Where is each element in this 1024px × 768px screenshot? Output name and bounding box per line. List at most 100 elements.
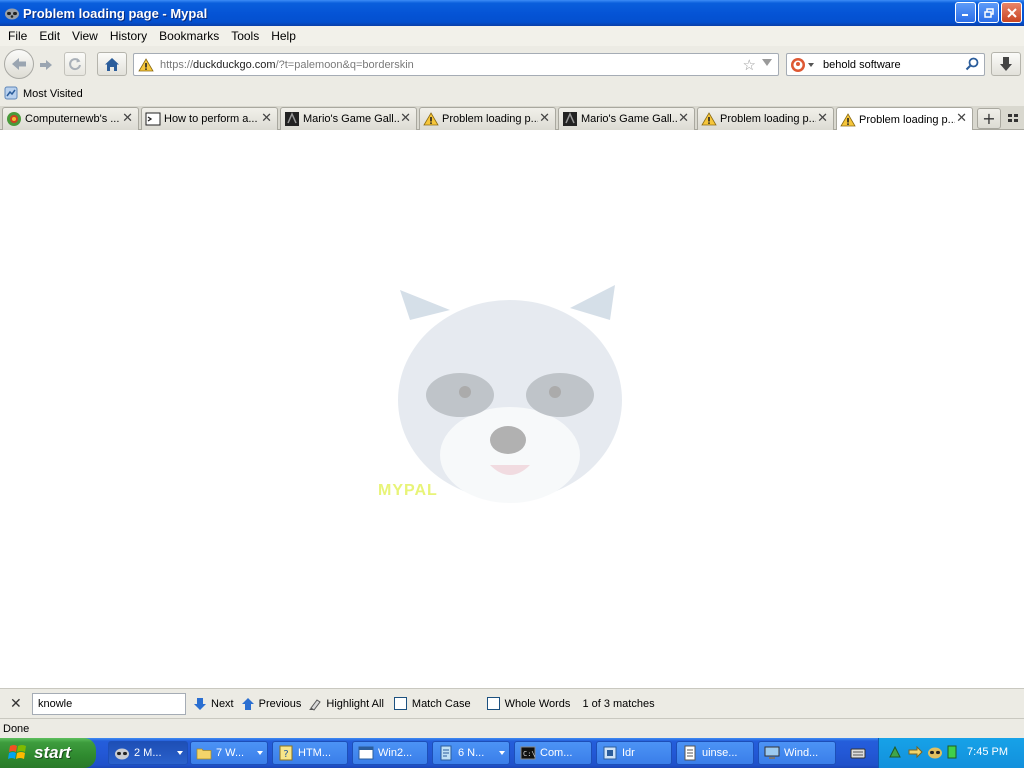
list-all-tabs-icon[interactable]: [1007, 112, 1021, 126]
taskbar-item-htm[interactable]: ? HTM...: [272, 741, 348, 765]
windows-logo-icon: [8, 745, 26, 759]
raccoon-tray-icon[interactable]: [927, 745, 943, 762]
taskbar-clock[interactable]: 7:45 PM: [967, 746, 1008, 758]
find-next-button[interactable]: Next: [193, 697, 234, 711]
search-bar[interactable]: behold software: [786, 53, 985, 76]
arrow-down-icon: [194, 697, 206, 710]
bookmark-most-visited[interactable]: Most Visited: [23, 88, 83, 100]
warning-icon: [423, 111, 439, 127]
tab-problem-loading-2[interactable]: Problem loading p... ✕: [697, 107, 834, 130]
window-controls: [955, 2, 1022, 23]
tab-bar: Computernewb's ... ✕ How to perform a...…: [0, 106, 1024, 131]
downloads-button[interactable]: [991, 52, 1021, 76]
tab-close-icon[interactable]: ✕: [122, 111, 133, 126]
tab-marios-game-gallery-2[interactable]: Mario's Game Gall... ✕: [558, 107, 695, 130]
url-history-dropdown-icon[interactable]: [762, 59, 772, 66]
most-visited-folder-icon: [4, 86, 18, 103]
taskbar-item-notepad-group[interactable]: 6 N...: [432, 741, 510, 765]
tab-marios-game-gallery-1[interactable]: Mario's Game Gall... ✕: [280, 107, 417, 130]
match-case-checkbox[interactable]: Match Case: [393, 697, 471, 710]
search-engine-selector[interactable]: [790, 57, 816, 73]
raccoon-icon: [114, 745, 130, 761]
terminal-favicon-icon: [145, 111, 161, 127]
forward-button[interactable]: [35, 55, 57, 75]
duckduckgo-icon: [791, 57, 805, 72]
arrow-tray-icon[interactable]: [907, 744, 923, 763]
taskbar-item-win2[interactable]: Win2...: [352, 741, 428, 765]
tab-close-icon[interactable]: ✕: [261, 111, 272, 126]
close-findbar-icon[interactable]: ✕: [10, 696, 22, 712]
title-bar: Problem loading page - Mypal: [0, 0, 1024, 26]
menu-edit[interactable]: Edit: [33, 29, 66, 43]
tab-problem-loading-active[interactable]: Problem loading p... ✕: [836, 107, 973, 131]
restore-button[interactable]: [978, 2, 999, 23]
search-icon[interactable]: [965, 57, 979, 74]
home-icon: [105, 57, 119, 71]
help-document-icon: ?: [278, 745, 294, 761]
taskbar-item-mypal[interactable]: 2 M...: [108, 741, 188, 765]
tab-close-icon[interactable]: ✕: [400, 111, 411, 126]
mypal-app-icon[interactable]: [4, 5, 20, 21]
bookmarks-toolbar: Most Visited: [0, 82, 1024, 106]
text-document-icon: [682, 745, 698, 761]
whole-words-box[interactable]: [486, 697, 500, 710]
find-bar: ✕ knowle Next Previous Highlight All Mat…: [0, 688, 1024, 718]
tab-close-icon[interactable]: ✕: [956, 111, 967, 126]
menu-tools[interactable]: Tools: [225, 29, 265, 43]
idr-app-icon: [602, 745, 618, 761]
bookmark-star-icon[interactable]: ☆: [743, 56, 756, 74]
back-arrow-icon: [12, 58, 26, 70]
highlight-all-button[interactable]: Highlight All: [308, 697, 384, 711]
group-chevron-icon: [257, 751, 263, 755]
mario-favicon-icon: [284, 111, 300, 127]
find-input[interactable]: knowle: [32, 692, 186, 715]
svg-text:C:\: C:\: [523, 750, 536, 758]
taskbar-item-uinse[interactable]: uinse...: [676, 741, 754, 765]
warning-icon: [840, 112, 856, 128]
new-tab-button[interactable]: +: [977, 108, 1001, 129]
tab-problem-loading-1[interactable]: Problem loading p... ✕: [419, 107, 556, 130]
menu-bookmarks[interactable]: Bookmarks: [153, 29, 225, 43]
home-button[interactable]: [97, 52, 127, 76]
forward-arrow-icon: [40, 60, 52, 70]
status-text: Done: [3, 722, 30, 735]
raccoon-mascot-icon: [398, 285, 622, 503]
group-chevron-icon: [499, 751, 505, 755]
tab-close-icon[interactable]: ✕: [539, 111, 550, 126]
taskbar-item-explorer[interactable]: 7 W...: [190, 741, 268, 765]
tab-close-icon[interactable]: ✕: [678, 111, 689, 126]
reload-button[interactable]: [64, 52, 86, 76]
tab-computernewbs[interactable]: Computernewb's ... ✕: [2, 107, 139, 130]
warning-icon[interactable]: [138, 57, 156, 72]
status-bar: Done: [0, 718, 1024, 738]
windows-taskbar: start 2 M... 7 W... ? HTM... Win2... 6 N…: [0, 738, 1024, 768]
url-text: https://duckduckgo.com/?t=palemoon&q=bor…: [160, 58, 414, 71]
url-bar[interactable]: https://duckduckgo.com/?t=palemoon&q=bor…: [133, 53, 779, 76]
group-chevron-icon: [177, 751, 183, 755]
whole-words-checkbox[interactable]: Whole Words: [486, 697, 570, 710]
close-window-button[interactable]: [1001, 2, 1022, 23]
battery-tray-icon[interactable]: [947, 745, 957, 762]
computernewb-favicon-icon: [6, 111, 22, 127]
start-button[interactable]: start: [0, 738, 96, 768]
taskbar-item-command-prompt[interactable]: C:\ Com...: [514, 741, 592, 765]
find-previous-button[interactable]: Previous: [241, 697, 301, 711]
mypal-watermark: MYPAL: [378, 482, 438, 499]
network-tray-icon[interactable]: [887, 744, 903, 763]
command-prompt-icon: C:\: [520, 745, 536, 761]
notepad-icon: [438, 745, 454, 761]
minimize-button[interactable]: [955, 2, 976, 23]
menu-view[interactable]: View: [66, 29, 104, 43]
navigation-toolbar: https://duckduckgo.com/?t=palemoon&q=bor…: [0, 46, 1024, 82]
tab-close-icon[interactable]: ✕: [817, 111, 828, 126]
taskbar-item-windows[interactable]: Wind...: [758, 741, 836, 765]
menu-help[interactable]: Help: [265, 29, 302, 43]
warning-icon: [701, 111, 717, 127]
back-button[interactable]: [4, 49, 34, 79]
menu-file[interactable]: File: [2, 29, 33, 43]
language-bar-keyboard-icon[interactable]: [850, 746, 866, 763]
match-case-box[interactable]: [393, 697, 407, 710]
menu-history[interactable]: History: [104, 29, 153, 43]
taskbar-item-idr[interactable]: Idr: [596, 741, 672, 765]
tab-how-to-perform[interactable]: How to perform a... ✕: [141, 107, 278, 130]
